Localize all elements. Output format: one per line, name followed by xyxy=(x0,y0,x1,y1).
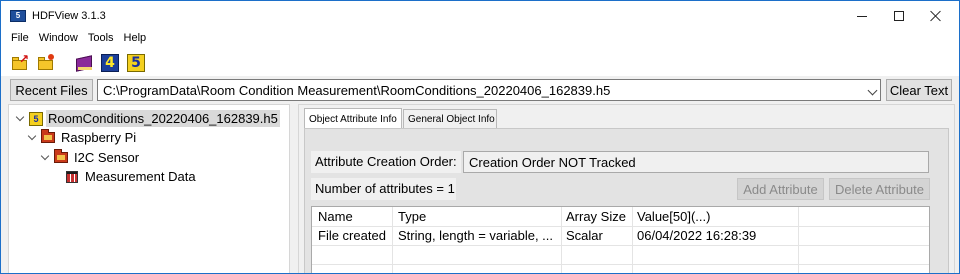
tree-item-group-label: I2C Sensor xyxy=(74,150,140,165)
dataset-table-icon xyxy=(66,170,78,183)
column-header-array-size[interactable]: Array Size xyxy=(566,209,626,224)
tree-item-group-raspberry-pi[interactable]: Raspberry Pi xyxy=(27,128,138,147)
file-path-combobox[interactable]: C:\ProgramData\Room Condition Measuremen… xyxy=(97,79,881,101)
delete-attribute-button[interactable]: Delete Attribute xyxy=(829,178,930,200)
tree-item-file[interactable]: 5 RoomConditions_20220406_162839.h5 xyxy=(15,109,280,128)
attribute-count-text: Number of attributes = 1 xyxy=(311,178,456,200)
new-file-icon[interactable] xyxy=(37,54,55,72)
column-header-name[interactable]: Name xyxy=(318,209,353,224)
creation-order-label: Attribute Creation Order: xyxy=(311,151,461,173)
hdf5-badge: 5 xyxy=(127,54,145,72)
tab-general-object-info[interactable]: General Object Info xyxy=(403,109,497,129)
menu-help[interactable]: Help xyxy=(119,31,152,48)
table-cell-type[interactable]: String, length = variable, ... xyxy=(398,228,561,243)
hdfview-app-icon: 5 xyxy=(10,10,26,22)
menu-bar: File Window Tools Help xyxy=(1,31,959,48)
group-folder-icon xyxy=(54,149,68,163)
hdfview-window: 5 HDFView 3.1.3 File Window Tools Help ↗… xyxy=(0,0,960,274)
hdf5-file-icon: 5 xyxy=(29,111,43,126)
creation-order-field: Creation Order NOT Tracked xyxy=(463,151,929,173)
table-cell-array-size[interactable]: Scalar xyxy=(566,228,632,243)
menu-window[interactable]: Window xyxy=(34,31,83,48)
window-title: HDFView 3.1.3 xyxy=(32,10,106,22)
table-cell-name[interactable]: File created xyxy=(318,228,392,243)
clear-text-button[interactable]: Clear Text xyxy=(886,79,952,101)
title-bar: 5 HDFView 3.1.3 xyxy=(1,1,959,31)
group-folder-icon xyxy=(41,129,55,143)
recent-files-button[interactable]: Recent Files xyxy=(10,79,93,101)
close-button[interactable] xyxy=(918,1,954,31)
close-icon xyxy=(930,10,942,22)
tree-item-group-label: Raspberry Pi xyxy=(61,130,137,145)
chevron-down-icon[interactable] xyxy=(27,133,37,143)
menu-tools[interactable]: Tools xyxy=(83,31,119,48)
column-header-value[interactable]: Value[50](...) xyxy=(637,209,710,224)
chevron-down-icon[interactable] xyxy=(40,153,50,163)
file-path-text: C:\ProgramData\Room Condition Measuremen… xyxy=(103,83,611,98)
attribute-info-page: Attribute Creation Order: Creation Order… xyxy=(304,128,949,273)
users-guide-icon[interactable] xyxy=(75,54,93,72)
file-tree-panel: 5 RoomConditions_20220406_162839.h5 Rasp… xyxy=(8,104,290,273)
maximize-icon xyxy=(894,11,904,21)
table-cell-value[interactable]: 06/04/2022 16:28:39 xyxy=(637,228,798,243)
tab-object-attribute-info[interactable]: Object Attribute Info xyxy=(304,108,402,129)
tree-item-file-label: RoomConditions_20220406_162839.h5 xyxy=(46,110,280,127)
add-attribute-button[interactable]: Add Attribute xyxy=(737,178,824,200)
object-info-panel: General Object Info Object Attribute Inf… xyxy=(298,104,955,273)
hdf4-badge: 4 xyxy=(101,54,119,72)
open-file-icon[interactable]: ↗ xyxy=(11,53,29,72)
tree-item-dataset-measurement-data[interactable]: Measurement Data xyxy=(66,167,198,186)
chevron-down-icon[interactable] xyxy=(15,114,25,124)
tree-item-dataset-label: Measurement Data xyxy=(85,169,196,184)
attribute-table[interactable]: Name Type Array Size Value[50](...) File… xyxy=(311,206,930,273)
menu-file[interactable]: File xyxy=(1,31,34,48)
maximize-button[interactable] xyxy=(881,1,917,31)
toolbar: ↗ 4 5 xyxy=(1,48,959,76)
panel-splitter[interactable] xyxy=(291,104,297,273)
tree-item-group-i2c-sensor[interactable]: I2C Sensor xyxy=(40,148,141,167)
column-header-type[interactable]: Type xyxy=(398,209,426,224)
file-path-row: Recent Files C:\ProgramData\Room Conditi… xyxy=(1,76,959,103)
hdf4-library-version-icon[interactable]: 4 xyxy=(101,54,119,72)
minimize-button[interactable] xyxy=(844,1,880,31)
minimize-icon xyxy=(857,15,867,17)
chevron-down-icon[interactable] xyxy=(867,85,878,96)
hdf5-library-version-icon[interactable]: 5 xyxy=(127,54,145,72)
